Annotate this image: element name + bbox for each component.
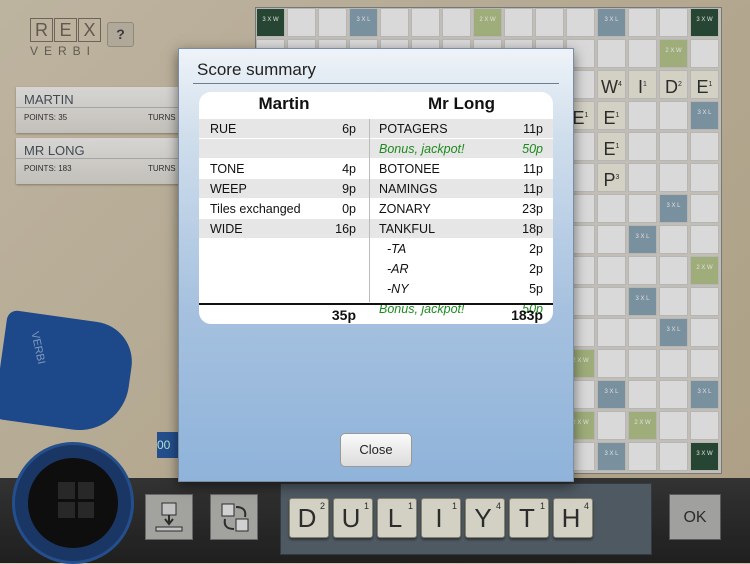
score-row: WEEP 9p NAMINGS 11p [199, 179, 553, 198]
score-row: Bonus, jackpot! 50p [199, 139, 553, 158]
score-table: Martin Mr Long RUE 6p POTAGERS 11p Bonus, ja… [199, 92, 553, 324]
left-word: WEEP [210, 182, 247, 196]
right-points: 2p [529, 242, 543, 256]
left-word: Tiles exchanged [210, 202, 301, 216]
left-points: 9p [342, 182, 356, 196]
dialog-title: Score summary [197, 60, 317, 79]
left-word: TONE [210, 162, 245, 176]
right-points: 11p [523, 182, 543, 196]
right-word: -AR [387, 262, 409, 276]
right-points: 23p [522, 202, 543, 216]
right-word: BOTONEE [379, 162, 440, 176]
score-row: WIDE 16p TANKFUL 18p [199, 219, 553, 238]
score-row: -AR 2p [199, 259, 553, 278]
right-points: 11p [523, 162, 543, 176]
right-word: ZONARY [379, 202, 431, 216]
close-button[interactable]: Close [340, 433, 412, 467]
right-word: POTAGERS [379, 122, 448, 136]
score-row: -TA 2p [199, 239, 553, 258]
left-points: 16p [335, 222, 356, 236]
score-row: Bonus, jackpot! 50p [199, 299, 553, 318]
left-word: RUE [210, 122, 237, 136]
column-header-left: Martin [258, 94, 310, 113]
score-row: Tiles exchanged 0p ZONARY 23p [199, 199, 553, 218]
right-word: Bonus, jackpot! [379, 142, 465, 156]
left-word: WIDE [210, 222, 243, 236]
left-points: 0p [342, 202, 356, 216]
right-word: TANKFUL [379, 222, 436, 236]
right-word: NAMINGS [379, 182, 438, 196]
right-points: 2p [529, 262, 543, 276]
right-word: -NY [387, 282, 409, 296]
total-right: 183p [511, 307, 543, 323]
left-points: 4p [342, 162, 356, 176]
column-header-right: Mr Long [427, 94, 496, 113]
total-left: 35p [331, 307, 356, 323]
score-row: TONE 4p BOTONEE 11p [199, 159, 553, 178]
right-word: -TA [387, 242, 407, 256]
score-row: -NY 5p [199, 279, 553, 298]
right-points: 11p [523, 122, 543, 136]
right-points: 5p [529, 282, 543, 296]
score-row: RUE 6p POTAGERS 11p [199, 119, 553, 138]
left-points: 6p [342, 122, 356, 136]
right-points: 50p [522, 142, 543, 156]
score-summary-dialog: Score summary Martin Mr Long RUE 6p POTAGE… [178, 48, 574, 482]
right-points: 18p [522, 222, 543, 236]
